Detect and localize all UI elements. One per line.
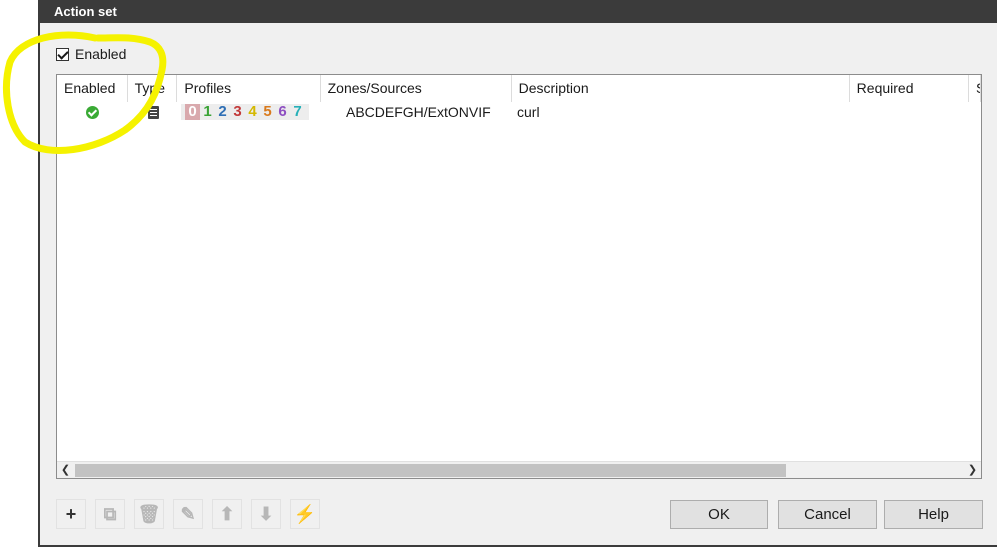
- column-header-zones[interactable]: Zones/Sources: [321, 75, 512, 102]
- column-header-s[interactable]: S: [969, 75, 981, 102]
- move-up-button[interactable]: ⬆: [212, 499, 242, 529]
- cell-zones: ABCDEFGH/ExtONVIF: [346, 104, 491, 120]
- trash-icon: 🗑: [137, 503, 161, 524]
- arrow-up-icon: ⬆: [219, 503, 235, 524]
- horizontal-scrollbar[interactable]: ❮ ❯: [57, 461, 981, 478]
- cell-enabled: [57, 102, 128, 122]
- document-icon: [147, 105, 159, 119]
- profile-2: 2: [218, 103, 227, 120]
- profile-7: 7: [293, 103, 302, 120]
- check-circle-icon: [86, 105, 99, 119]
- enabled-checkbox-label: Enabled: [75, 46, 127, 62]
- cell-required: [854, 102, 974, 122]
- edit-button[interactable]: ✎: [173, 499, 203, 529]
- scrollbar-thumb[interactable]: [75, 464, 786, 477]
- column-header-profiles[interactable]: Profiles: [177, 75, 321, 102]
- column-header-type[interactable]: Type: [128, 75, 178, 102]
- cell-description: curl: [517, 104, 540, 120]
- profiles-strip: 01234567: [181, 104, 309, 120]
- profile-1: 1: [203, 103, 212, 120]
- profile-3: 3: [233, 103, 242, 120]
- action-toolbar: + ⧉ 🗑 ✎ ⬆ ⬇ ⚡: [56, 499, 320, 529]
- arrow-down-icon: ⬇: [258, 503, 274, 524]
- duplicate-button[interactable]: ⧉: [95, 499, 125, 529]
- table-row[interactable]: 01234567 ABCDEFGH/ExtONVIF curl: [57, 102, 981, 122]
- checkbox-box[interactable]: [56, 47, 69, 61]
- cancel-button[interactable]: Cancel: [778, 500, 877, 529]
- edit-icon: ✎: [180, 503, 196, 524]
- cell-type: [128, 102, 178, 122]
- profile-0: 0: [185, 104, 200, 120]
- column-header-description[interactable]: Description: [512, 75, 850, 102]
- profile-6: 6: [278, 103, 287, 120]
- scroll-left-icon[interactable]: ❮: [57, 462, 74, 478]
- trigger-button[interactable]: ⚡: [290, 499, 320, 529]
- plus-icon: +: [65, 503, 77, 524]
- profile-5: 5: [263, 103, 272, 120]
- dialog-title: Action set: [40, 0, 997, 23]
- ok-button[interactable]: OK: [670, 500, 768, 529]
- actions-table[interactable]: Enabled Type Profiles Zones/Sources Desc…: [56, 74, 982, 479]
- delete-button[interactable]: 🗑: [134, 499, 164, 529]
- profile-4: 4: [248, 103, 257, 120]
- scroll-right-icon[interactable]: ❯: [964, 462, 981, 478]
- duplicate-icon: ⧉: [103, 503, 117, 524]
- cell-profiles: 01234567: [178, 102, 322, 122]
- column-header-enabled[interactable]: Enabled: [57, 75, 128, 102]
- add-button[interactable]: +: [56, 499, 86, 529]
- column-header-required[interactable]: Required: [850, 75, 970, 102]
- action-set-dialog: Action set Enabled Enabled Type Profiles…: [38, 0, 997, 547]
- lightning-icon: ⚡: [293, 503, 317, 524]
- help-button[interactable]: Help: [884, 500, 983, 529]
- enabled-checkbox[interactable]: Enabled: [56, 46, 126, 62]
- move-down-button[interactable]: ⬇: [251, 499, 281, 529]
- table-header: Enabled Type Profiles Zones/Sources Desc…: [57, 75, 981, 102]
